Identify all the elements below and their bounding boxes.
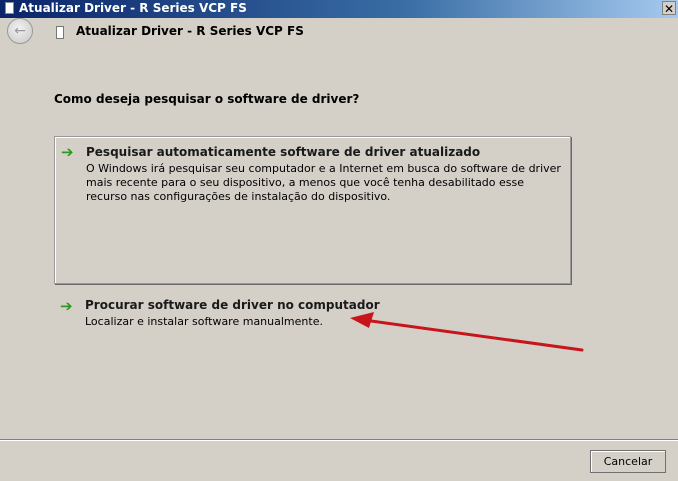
device-icon xyxy=(56,26,64,39)
device-icon xyxy=(5,2,14,14)
option-title: Pesquisar automaticamente software de dr… xyxy=(86,145,481,159)
cancel-button[interactable]: Cancelar xyxy=(590,450,666,473)
search-automatically-option[interactable]: ➔ Pesquisar automaticamente software de … xyxy=(54,136,571,284)
window-title: Atualizar Driver - R Series VCP FS xyxy=(19,1,247,15)
wizard-title: Atualizar Driver - R Series VCP FS xyxy=(76,24,304,38)
close-button[interactable]: ✕ xyxy=(662,1,676,16)
option-description: O Windows irá pesquisar seu computador e… xyxy=(86,162,561,203)
red-annotation-arrow-icon xyxy=(350,312,584,352)
green-arrow-icon: ➔ xyxy=(61,143,74,161)
option-title: Procurar software de driver no computado… xyxy=(85,298,380,312)
back-button[interactable]: ← xyxy=(7,18,33,44)
update-driver-window: Atualizar Driver - R Series VCP FS ✕ ← A… xyxy=(0,0,678,481)
title-bar: Atualizar Driver - R Series VCP FS ✕ xyxy=(0,0,678,18)
green-arrow-icon: ➔ xyxy=(60,297,73,315)
footer-divider xyxy=(0,439,678,441)
page-question: Como deseja pesquisar o software de driv… xyxy=(54,92,360,106)
